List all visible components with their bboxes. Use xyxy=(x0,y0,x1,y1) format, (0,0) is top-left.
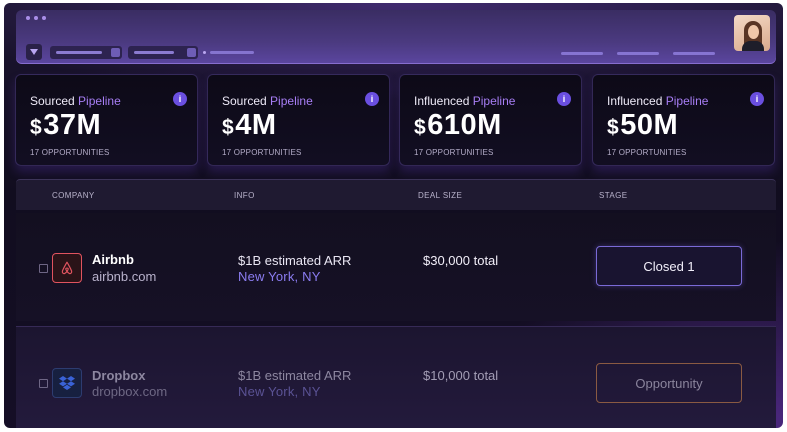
arr-estimate: $1B estimated ARR xyxy=(238,368,352,383)
stat-card-influenced-2: Influenced Pipeline i $50M 17 OPPORTUNIT… xyxy=(592,74,775,166)
stage-button[interactable]: Opportunity xyxy=(596,363,742,403)
stat-title: Sourced Pipeline xyxy=(30,94,121,108)
stat-card-influenced-1: Influenced Pipeline i $610M 17 OPPORTUNI… xyxy=(399,74,582,166)
company-domain[interactable]: airbnb.com xyxy=(92,269,156,284)
info-icon[interactable]: i xyxy=(750,92,764,106)
app-window: Sourced Pipeline i $37M 17 OPPORTUNITIES… xyxy=(4,3,783,428)
stat-card-sourced-1: Sourced Pipeline i $37M 17 OPPORTUNITIES xyxy=(15,74,198,166)
stat-title: Influenced Pipeline xyxy=(607,94,709,108)
stage-button[interactable]: Closed 1 xyxy=(596,246,742,286)
filter-pill-icon xyxy=(187,48,196,57)
add-filter[interactable] xyxy=(203,51,254,54)
table-header: COMPANY INFO DEAL SIZE STAGE xyxy=(16,179,776,210)
info-icon[interactable]: i xyxy=(557,92,571,106)
column-header-stage[interactable]: STAGE xyxy=(599,191,628,200)
dropdown-icon xyxy=(30,49,38,55)
stat-subtitle: 17 OPPORTUNITIES xyxy=(414,148,494,157)
avatar[interactable] xyxy=(734,15,770,51)
top-toolbar xyxy=(16,10,776,64)
location: New York, NY xyxy=(238,269,321,284)
airbnb-logo-icon xyxy=(52,253,82,283)
column-header-deal-size[interactable]: DEAL SIZE xyxy=(418,191,462,200)
filter-pill-1[interactable] xyxy=(50,46,122,59)
column-header-company[interactable]: COMPANY xyxy=(52,191,95,200)
toolbar-nav-placeholders[interactable] xyxy=(561,52,715,55)
info-icon[interactable]: i xyxy=(365,92,379,106)
stat-card-sourced-2: Sourced Pipeline i $4M 17 OPPORTUNITIES xyxy=(207,74,390,166)
row-checkbox[interactable] xyxy=(39,264,48,273)
stat-subtitle: 17 OPPORTUNITIES xyxy=(30,148,110,157)
company-domain[interactable]: dropbox.com xyxy=(92,384,167,399)
table-row[interactable]: Dropbox dropbox.com $1B estimated ARR Ne… xyxy=(16,326,776,428)
stat-value: $4M xyxy=(222,109,277,141)
stat-title: Sourced Pipeline xyxy=(222,94,313,108)
arr-estimate: $1B estimated ARR xyxy=(238,253,352,268)
window-dots xyxy=(26,16,46,20)
column-header-info[interactable]: INFO xyxy=(234,191,255,200)
stat-subtitle: 17 OPPORTUNITIES xyxy=(222,148,302,157)
stat-value: $50M xyxy=(607,109,679,141)
company-name: Airbnb xyxy=(92,252,134,267)
location: New York, NY xyxy=(238,384,321,399)
table-row[interactable]: Airbnb airbnb.com $1B estimated ARR New … xyxy=(16,213,776,321)
stat-value: $610M xyxy=(414,109,502,141)
stat-value: $37M xyxy=(30,109,102,141)
filter-pill-2[interactable] xyxy=(128,46,198,59)
stat-subtitle: 17 OPPORTUNITIES xyxy=(607,148,687,157)
stat-title: Influenced Pipeline xyxy=(414,94,516,108)
row-checkbox[interactable] xyxy=(39,379,48,388)
dropdown-button[interactable] xyxy=(26,44,42,60)
filter-pill-icon xyxy=(111,48,120,57)
dropbox-logo-icon xyxy=(52,368,82,398)
deal-size: $10,000 total xyxy=(423,368,499,383)
company-name: Dropbox xyxy=(92,368,146,383)
info-icon[interactable]: i xyxy=(173,92,187,106)
deal-size: $30,000 total xyxy=(423,253,499,268)
